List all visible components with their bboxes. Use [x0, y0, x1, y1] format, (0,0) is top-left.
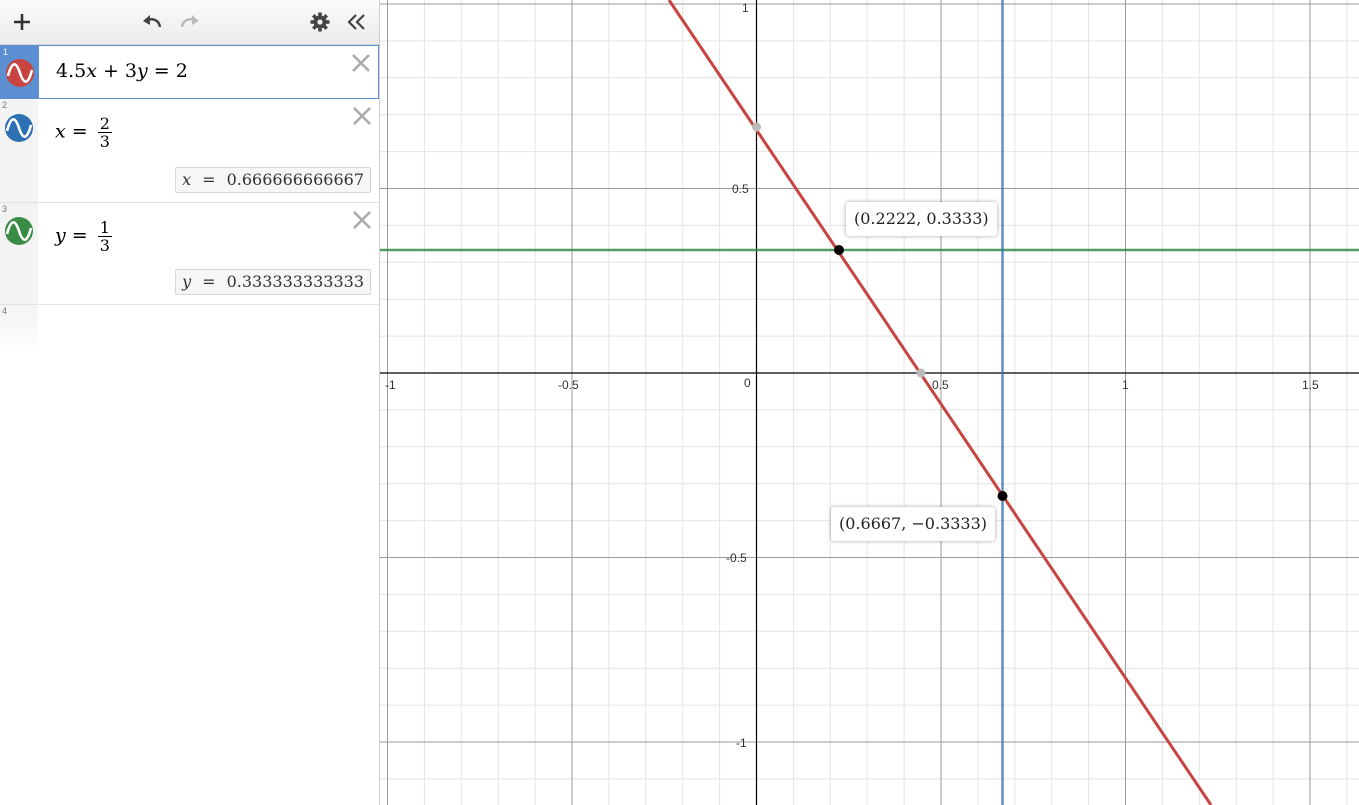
undo-button[interactable]	[136, 6, 168, 38]
expression-item-4-empty[interactable]: 4	[0, 305, 379, 353]
point-coordinate-label: (0.2222, 0.3333)	[846, 202, 997, 236]
x-intercept-point[interactable]	[916, 368, 926, 378]
evaluation-readout: y = 0.333333333333	[175, 269, 371, 295]
plus-icon	[14, 14, 30, 30]
green-graph-icon[interactable]	[4, 216, 34, 246]
x-tick-label: 1	[1122, 378, 1129, 392]
minor-gridlines	[380, 0, 1359, 805]
fraction: 23	[97, 114, 112, 151]
expression-item-3[interactable]: 3 y = 13 y = 0.333333333333	[0, 203, 379, 305]
add-item-button[interactable]	[6, 6, 38, 38]
x-tick-label: -0.5	[558, 378, 579, 392]
tick-labels: -1 -0.5 0 0.5 1 1.5 1 0.5 -0.5 -1	[385, 1, 1319, 750]
y-intercept-point[interactable]	[752, 122, 761, 132]
double-chevron-left-icon	[347, 14, 365, 30]
expression-tab[interactable]: 1	[1, 46, 39, 98]
expression-math[interactable]: y = 13	[55, 219, 112, 254]
expression-number: 3	[2, 204, 8, 214]
evaluation-equals: =	[202, 272, 216, 291]
expression-item-1[interactable]: 1 4.5x + 3y = 2	[0, 45, 379, 99]
equation-variable: x	[55, 120, 66, 143]
close-icon[interactable]	[351, 105, 373, 127]
expression-number: 4	[2, 306, 8, 316]
axes	[380, 0, 1359, 805]
expression-list-panel: 1 4.5x + 3y = 2 2 x = 23 x = 0.66666666666…	[0, 0, 380, 805]
fraction-numerator: 2	[97, 114, 112, 133]
expression-number: 2	[2, 100, 8, 110]
blue-graph-icon[interactable]	[4, 113, 34, 143]
evaluation-equals: =	[202, 170, 216, 189]
gear-icon	[310, 12, 330, 32]
evaluation-variable: y	[182, 272, 192, 291]
x-tick-label: 1.5	[1302, 378, 1319, 392]
point-coordinate-label: (0.6667, −0.3333)	[831, 507, 996, 541]
redo-icon	[180, 15, 199, 28]
expression-tab[interactable]: 3	[0, 203, 38, 304]
collapse-list-button[interactable]	[340, 6, 372, 38]
fraction: 13	[97, 218, 112, 255]
x-tick-label: 0.5	[932, 378, 949, 392]
expression-tab[interactable]: 4	[0, 305, 38, 353]
evaluation-variable: x	[182, 170, 192, 189]
intersection-point[interactable]	[834, 245, 844, 255]
intersection-point[interactable]	[997, 491, 1008, 501]
undo-icon	[143, 15, 162, 28]
expression-item-2[interactable]: 2 x = 23 x = 0.666666666667	[0, 99, 379, 203]
expression-number: 1	[3, 47, 9, 57]
evaluation-value: 0.333333333333	[226, 272, 364, 291]
graph-paper[interactable]: -1 -0.5 0 0.5 1 1.5 1 0.5 -0.5 -1	[380, 0, 1359, 805]
fraction-numerator: 1	[97, 218, 112, 237]
settings-button[interactable]	[304, 6, 336, 38]
y-tick-label: 0.5	[732, 182, 749, 196]
y-tick-label: -1	[736, 736, 747, 750]
redo-button[interactable]	[174, 6, 206, 38]
red-graph-icon[interactable]	[5, 58, 35, 88]
major-gridlines	[380, 0, 1359, 805]
fraction-denominator: 3	[99, 132, 110, 151]
expression-math[interactable]: 4.5x + 3y = 2	[56, 60, 188, 82]
close-icon[interactable]	[351, 209, 373, 231]
x-tick-label: 0	[744, 376, 751, 390]
x-tick-label: -1	[385, 378, 396, 392]
expression-tab[interactable]: 2	[0, 99, 38, 202]
equation-variable: y	[55, 224, 66, 247]
evaluation-readout: x = 0.666666666667	[175, 167, 371, 193]
expression-math[interactable]: x = 23	[55, 115, 112, 150]
y-tick-label: 1	[742, 1, 749, 15]
evaluation-value: 0.666666666667	[226, 170, 364, 189]
fraction-denominator: 3	[99, 236, 110, 255]
y-tick-label: -0.5	[726, 551, 747, 565]
expression-toolbar	[0, 0, 379, 45]
close-icon[interactable]	[350, 52, 372, 74]
graph-line-4.5x-plus-3y-equals-2[interactable]	[667, 0, 1213, 805]
